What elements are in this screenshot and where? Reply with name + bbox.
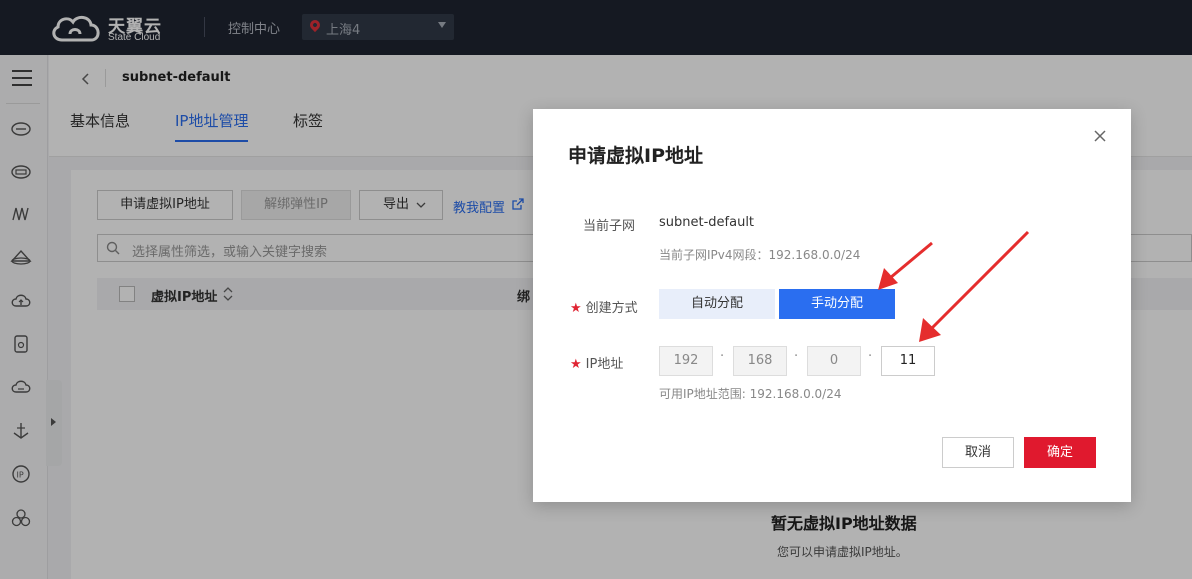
required-mark: ★ [570,301,582,316]
ip-octet-1: 192 [659,346,713,376]
required-mark: ★ [570,357,582,372]
cancel-button[interactable]: 取消 [942,437,1014,468]
dialog-title: 申请虚拟IP地址 [568,145,703,167]
method-label-wrap: ★ 创建方式 [570,297,638,316]
ip-label-wrap: ★ IP地址 [570,353,623,372]
ip-octet-2: 168 [733,346,787,376]
subnet-label: 当前子网 [583,219,636,234]
ip-label: IP地址 [585,357,624,372]
manual-assign-button[interactable]: 手动分配 [779,289,895,319]
confirm-button[interactable]: 确定 [1024,437,1096,468]
method-label: 创建方式 [585,301,638,316]
ip-dot: · [794,349,799,364]
ip-dot: · [868,349,873,364]
ip-octet-3: 0 [807,346,861,376]
ip-octet-4-input[interactable]: 11 [881,346,935,376]
ip-range-hint: 可用IP地址范围: 192.168.0.0/24 [659,387,842,401]
auto-assign-button[interactable]: 自动分配 [659,289,775,319]
subnet-hint: 当前子网IPv4网段：192.168.0.0/24 [659,248,861,262]
apply-vip-dialog: 申请虚拟IP地址 当前子网 subnet-default 当前子网IPv4网段：… [533,109,1131,502]
ip-dot: · [720,349,725,364]
subnet-value: subnet-default [659,215,755,230]
close-icon[interactable] [1093,129,1107,143]
